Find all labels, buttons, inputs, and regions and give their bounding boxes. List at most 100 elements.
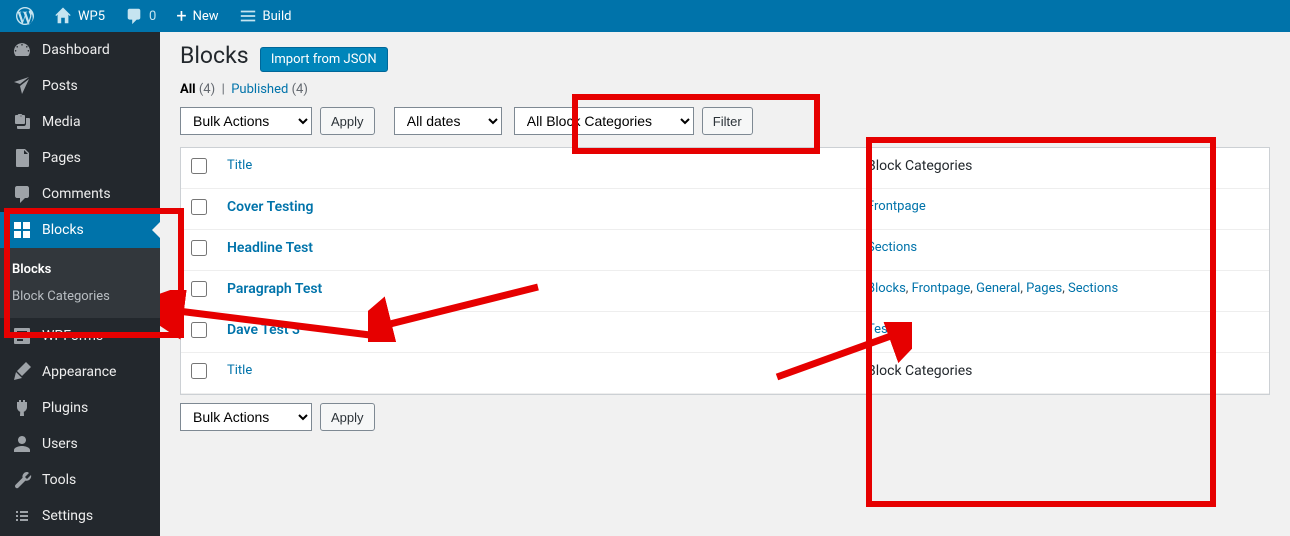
column-title-footer[interactable]: Title bbox=[227, 363, 252, 378]
sidebar-item-users[interactable]: Users bbox=[0, 426, 160, 462]
row-checkbox[interactable] bbox=[191, 281, 207, 297]
category-link[interactable]: Frontpage bbox=[912, 281, 971, 296]
view-all-label[interactable]: All bbox=[180, 82, 196, 97]
build-label: Build bbox=[263, 9, 292, 24]
dashboard-icon bbox=[12, 40, 32, 60]
row-checkbox[interactable] bbox=[191, 322, 207, 338]
sidebar-item-label: Users bbox=[42, 436, 78, 452]
blocks-table: Title Block Categories Cover Testing Fron… bbox=[180, 147, 1270, 395]
tablenav-bottom: Bulk Actions Apply bbox=[180, 403, 1270, 431]
bulk-actions-select-bottom[interactable]: Bulk Actions bbox=[180, 403, 312, 431]
row-title-link[interactable]: Dave Test 3 bbox=[227, 322, 300, 338]
sidebar-item-label: Media bbox=[42, 114, 81, 130]
category-link[interactable]: Testing bbox=[867, 322, 910, 337]
builder-icon bbox=[239, 7, 257, 25]
sidebar-item-label: Pages bbox=[42, 150, 81, 166]
apply-bulk-button-bottom[interactable]: Apply bbox=[320, 403, 375, 431]
column-title-header[interactable]: Title bbox=[227, 158, 252, 173]
sidebar-item-blocks[interactable]: Blocks bbox=[0, 212, 160, 248]
sidebar-item-label: Plugins bbox=[42, 400, 88, 416]
row-title-link[interactable]: Paragraph Test bbox=[227, 281, 322, 297]
post-status-views: All (4) | Published (4) bbox=[180, 82, 1270, 97]
select-all-top[interactable] bbox=[191, 158, 207, 174]
sidebar-item-dashboard[interactable]: Dashboard bbox=[0, 32, 160, 68]
apply-bulk-button[interactable]: Apply bbox=[320, 107, 375, 135]
admin-bar: WP5 0 + New Build bbox=[0, 0, 1290, 32]
admin-sidebar: Dashboard Posts Media Pages Comments Blo… bbox=[0, 32, 160, 536]
sidebar-item-label: Comments bbox=[42, 186, 111, 202]
wordpress-icon bbox=[16, 7, 34, 25]
page-title: Blocks bbox=[180, 42, 249, 69]
sidebar-item-media[interactable]: Media bbox=[0, 104, 160, 140]
submenu-item-blocks[interactable]: Blocks bbox=[0, 256, 160, 283]
import-json-button[interactable]: Import from JSON bbox=[260, 47, 388, 72]
plus-icon: + bbox=[176, 6, 186, 27]
wp-logo-menu[interactable] bbox=[8, 0, 42, 32]
sidebar-item-label: Tools bbox=[42, 472, 76, 488]
settings-icon bbox=[12, 506, 32, 526]
comments-count: 0 bbox=[149, 9, 156, 24]
table-row: Paragraph TestBlocks, Frontpage, General… bbox=[181, 271, 1269, 312]
site-name-menu[interactable]: WP5 bbox=[46, 0, 113, 32]
tools-icon bbox=[12, 470, 32, 490]
sidebar-item-label: Appearance bbox=[42, 364, 116, 380]
media-icon bbox=[12, 112, 32, 132]
home-icon bbox=[54, 7, 72, 25]
view-published-label[interactable]: Published bbox=[231, 82, 288, 97]
sidebar-submenu-blocks: Blocks Block Categories bbox=[0, 248, 160, 318]
appearance-icon bbox=[12, 362, 32, 382]
sidebar-item-plugins[interactable]: Plugins bbox=[0, 390, 160, 426]
row-checkbox[interactable] bbox=[191, 240, 207, 256]
sidebar-item-posts[interactable]: Posts bbox=[0, 68, 160, 104]
filter-button[interactable]: Filter bbox=[702, 107, 753, 135]
column-categories-header: Block Categories bbox=[867, 158, 972, 174]
build-menu[interactable]: Build bbox=[231, 0, 300, 32]
sidebar-item-settings[interactable]: Settings bbox=[0, 498, 160, 534]
category-link[interactable]: Frontpage bbox=[867, 199, 926, 214]
comments-menu[interactable]: 0 bbox=[117, 0, 164, 32]
category-link[interactable]: Sections bbox=[867, 240, 917, 255]
sidebar-item-wpforms[interactable]: WPForms bbox=[0, 318, 160, 354]
row-checkbox[interactable] bbox=[191, 199, 207, 215]
category-link[interactable]: Pages bbox=[1026, 281, 1062, 296]
table-row: Headline Test Sections bbox=[181, 230, 1269, 271]
row-title-link[interactable]: Headline Test bbox=[227, 240, 313, 256]
comment-icon bbox=[125, 7, 143, 25]
blocks-icon bbox=[12, 220, 32, 240]
comments-icon bbox=[12, 184, 32, 204]
sidebar-item-label: Blocks bbox=[42, 222, 84, 238]
category-link[interactable]: General bbox=[976, 281, 1020, 296]
users-icon bbox=[12, 434, 32, 454]
select-all-bottom[interactable] bbox=[191, 363, 207, 379]
row-title-link[interactable]: Cover Testing bbox=[227, 199, 313, 215]
category-filter-group: All Block Categories Filter bbox=[510, 103, 757, 139]
column-categories-footer: Block Categories bbox=[867, 363, 972, 379]
table-row: Cover Testing Frontpage bbox=[181, 189, 1269, 230]
wpforms-icon bbox=[12, 326, 32, 346]
view-all-count: (4) bbox=[199, 82, 215, 97]
sidebar-item-label: Settings bbox=[42, 508, 93, 524]
category-link[interactable]: Sections bbox=[1068, 281, 1118, 296]
tablenav-top: Bulk Actions Apply All dates All Block C… bbox=[180, 103, 1270, 139]
view-published-count: (4) bbox=[292, 82, 308, 97]
sidebar-item-pages[interactable]: Pages bbox=[0, 140, 160, 176]
submenu-item-block-categories[interactable]: Block Categories bbox=[0, 283, 160, 310]
sidebar-item-label: Dashboard bbox=[42, 42, 110, 58]
main-content: Blocks Import from JSON All (4) | Publis… bbox=[160, 32, 1290, 536]
new-content-menu[interactable]: + New bbox=[168, 0, 226, 32]
dates-filter-select[interactable]: All dates bbox=[394, 107, 502, 135]
plugins-icon bbox=[12, 398, 32, 418]
site-name-label: WP5 bbox=[78, 9, 105, 24]
bulk-actions-select[interactable]: Bulk Actions bbox=[180, 107, 312, 135]
sidebar-item-comments[interactable]: Comments bbox=[0, 176, 160, 212]
pages-icon bbox=[12, 148, 32, 168]
block-categories-filter-select[interactable]: All Block Categories bbox=[514, 107, 694, 135]
table-row: Dave Test 3 Testing bbox=[181, 312, 1269, 353]
posts-icon bbox=[12, 76, 32, 96]
category-link[interactable]: Blocks bbox=[867, 281, 906, 296]
sidebar-item-tools[interactable]: Tools bbox=[0, 462, 160, 498]
sidebar-item-label: WPForms bbox=[42, 328, 103, 344]
new-label: New bbox=[193, 9, 219, 24]
sidebar-item-appearance[interactable]: Appearance bbox=[0, 354, 160, 390]
sidebar-item-label: Posts bbox=[42, 78, 78, 94]
